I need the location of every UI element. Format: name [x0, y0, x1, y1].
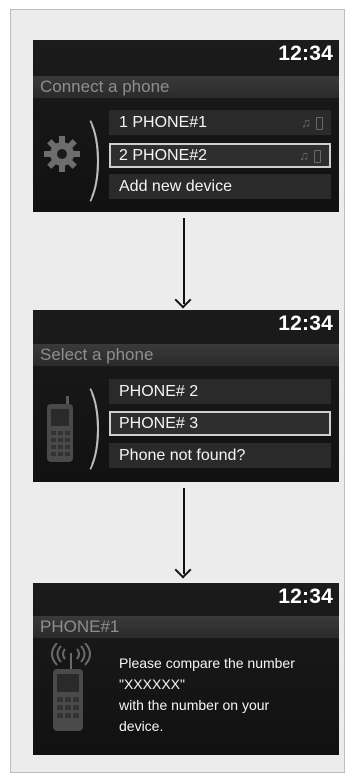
screen-select-phone: 12:34 Select a phone PHONE# 2 PHONE# 3 P… — [33, 310, 339, 482]
phone-icon — [314, 150, 321, 164]
music-icon: ♫ — [299, 148, 309, 163]
list-item-phone3[interactable]: PHONE# 3 — [109, 411, 331, 436]
list-item-phone1[interactable]: 1 PHONE#1 ♫ — [109, 110, 331, 135]
list-item-add-device[interactable]: Add new device — [109, 174, 331, 199]
clock: 12:34 — [278, 312, 333, 335]
list-item-phone2[interactable]: 2 PHONE#2 ♫ — [109, 143, 331, 168]
selector-arc — [71, 118, 99, 204]
message-line: device. — [119, 718, 164, 734]
screen-title: PHONE#1 — [33, 616, 339, 638]
list-item-label: 1 PHONE#1 — [119, 114, 208, 131]
selector-arc — [71, 386, 99, 472]
music-icon: ♫ — [301, 115, 311, 130]
screen-pairing-code: 12:34 PHONE#1 Please compare the number … — [33, 583, 339, 755]
list-item-phone2[interactable]: PHONE# 2 — [109, 379, 331, 404]
screen-title: Connect a phone — [33, 76, 339, 98]
message-line: Please compare the number — [119, 655, 295, 671]
list-item-phone-not-found[interactable]: Phone not found? — [109, 443, 331, 468]
clock: 12:34 — [278, 42, 333, 65]
message-line: with the number on your — [119, 697, 270, 713]
item-status-icons: ♫ — [301, 110, 323, 135]
clock: 12:34 — [278, 585, 333, 608]
pairing-code: "XXXXXX" — [119, 676, 185, 692]
list-item-label: Phone not found? — [119, 447, 246, 464]
phone-signal-icon — [51, 643, 91, 731]
list-item-label: PHONE# 2 — [119, 383, 199, 400]
phone-icon — [316, 117, 323, 131]
list-item-label: Add new device — [119, 178, 232, 195]
screen-title: Select a phone — [33, 344, 339, 366]
screen-connect-phone: 12:34 Connect a phone 1 PHONE#1 ♫ 2 PHON… — [33, 40, 339, 212]
item-status-icons: ♫ — [299, 145, 321, 166]
list-item-label: 2 PHONE#2 — [119, 147, 208, 164]
flow-arrow — [174, 218, 192, 309]
flow-arrow — [174, 488, 192, 579]
list-item-label: PHONE# 3 — [119, 415, 199, 432]
pairing-message: Please compare the number "XXXXXX" with … — [119, 653, 334, 737]
